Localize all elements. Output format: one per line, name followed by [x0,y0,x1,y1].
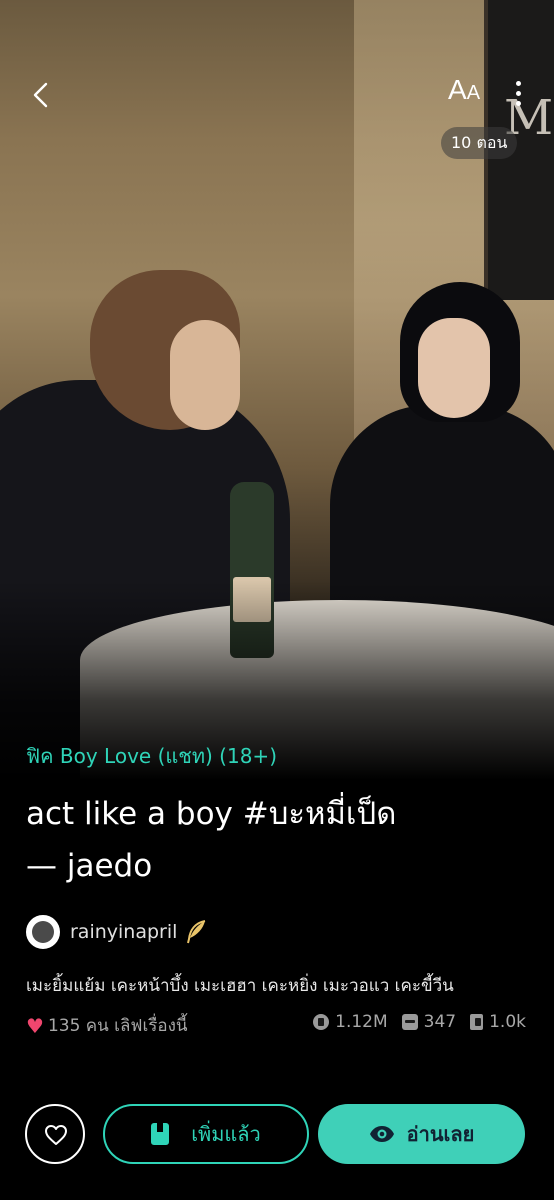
love-button[interactable] [25,1104,85,1164]
story-title: act like a boy #บะหมี่เป็ด — jaedo [26,788,526,892]
chapters-count: 1.0k [489,1012,526,1032]
likes-text: 135 คน เลิฟเรื่องนี้ [47,1016,188,1036]
eye-icon [369,1126,394,1142]
chapters-stat: 1.0k [470,1012,526,1032]
read-label: อ่านเลย [406,1122,475,1146]
views-stat: 1.12M [313,1012,388,1032]
more-dot-icon [515,81,521,86]
bookmark-icon [151,1123,170,1145]
cover-man-face [170,320,240,430]
comment-icon [401,1014,418,1030]
read-now-button[interactable]: อ่านเลย [318,1104,525,1164]
story-category[interactable]: ฟิค Boy Love (แชท) (18+) [26,740,277,772]
heart-outline-icon [45,1125,67,1145]
font-size-icon-big: A [448,74,467,105]
more-dot-icon [515,101,521,106]
added-to-library-button[interactable]: เพิ่มแล้ว [103,1104,309,1164]
book-icon [470,1014,484,1030]
font-size-button[interactable]: AA [448,74,488,114]
avatar [26,915,60,949]
author-name: rainyinapril [70,921,178,943]
story-description: เมะยิ้มแย้ม เคะหน้าบึ้ง เมะเฮฮา เคะหยิ่ง… [26,976,454,996]
views-count: 1.12M [335,1012,388,1032]
episode-count-badge: 10 ตอน [441,127,518,159]
more-options-button[interactable] [506,76,530,116]
comments-count: 347 [423,1012,457,1032]
cover-woman-face [418,318,490,418]
font-size-icon-small: A [466,82,481,104]
heart-filled-icon: ♥ [26,1013,44,1038]
added-label: เพิ่มแล้ว [191,1122,261,1146]
likes-stat: ♥ 135 คน เลิฟเรื่องนี้ [26,1012,188,1039]
feather-pen-icon [187,920,206,944]
top-bar: AA 10 ตอน [0,0,554,159]
story-title-line1: act like a boy #บะหมี่เป็ด [26,796,397,832]
comments-stat: 347 [401,1012,457,1032]
chevron-left-icon [33,82,48,108]
story-title-line2: — jaedo [26,848,153,884]
views-icon [313,1014,330,1030]
story-stats: ♥ 135 คน เลิฟเรื่องนี้ 1.12M 347 1.0k [26,1012,526,1039]
more-dot-icon [515,91,521,96]
counts-stats: 1.12M 347 1.0k [299,1012,526,1032]
back-button[interactable] [26,78,56,112]
author-row[interactable]: rainyinapril [26,915,207,949]
